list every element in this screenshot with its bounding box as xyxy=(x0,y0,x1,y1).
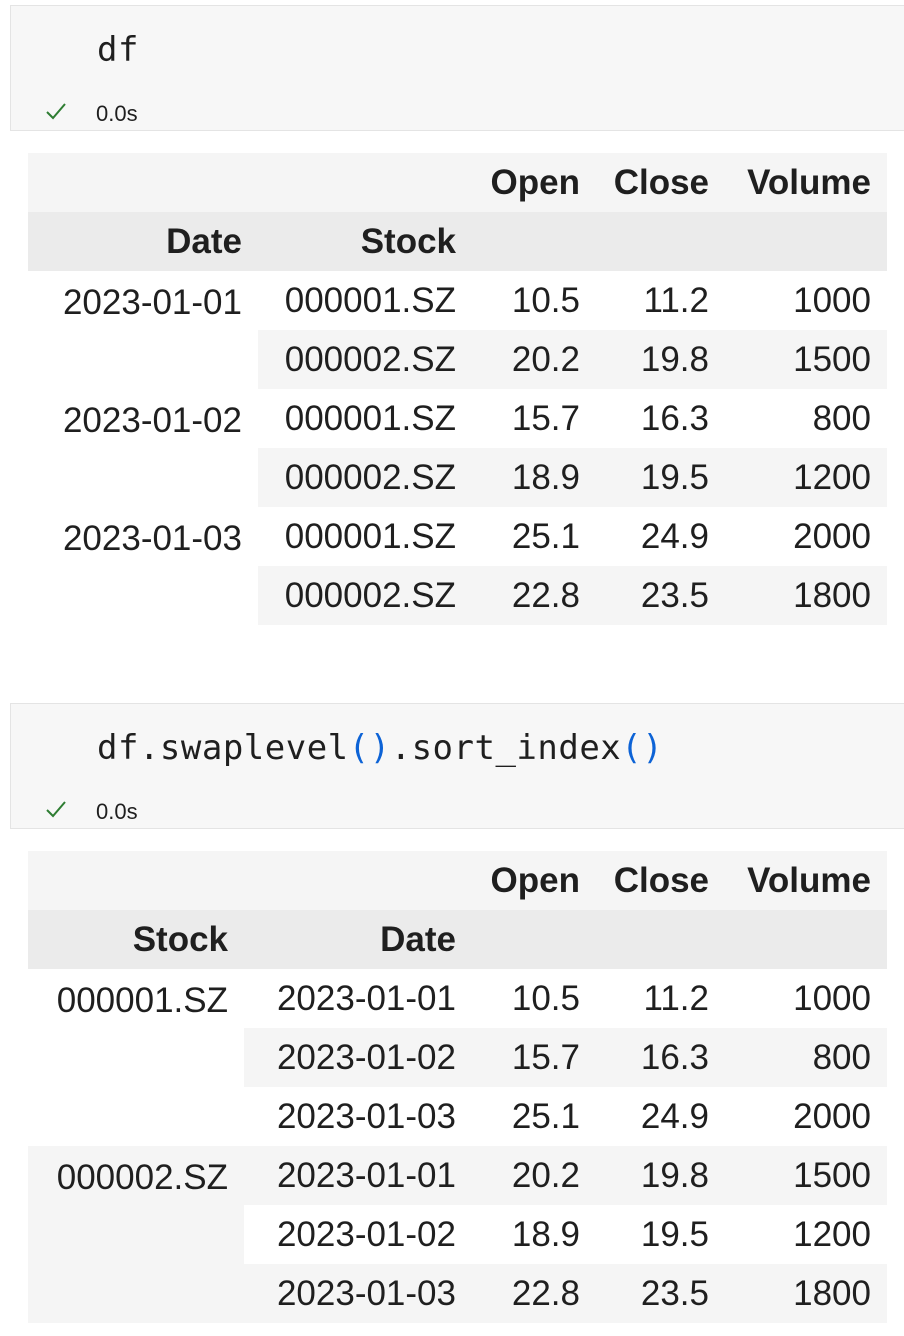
table-cell: 1800 xyxy=(725,566,887,625)
column-header: Close xyxy=(596,851,725,910)
dataframe-output-1: Open Close Volume Date Stock 2023-01-01 … xyxy=(28,153,887,625)
table-cell: 800 xyxy=(725,389,887,448)
column-header: Volume xyxy=(725,851,887,910)
blank-header xyxy=(596,212,725,271)
index-level-0: 000002.SZ xyxy=(28,1146,244,1323)
table-cell: 1000 xyxy=(725,969,887,1028)
code-text[interactable]: df xyxy=(97,30,139,70)
index-name: Stock xyxy=(258,212,472,271)
blank-header xyxy=(725,212,887,271)
table-cell: 1500 xyxy=(725,1146,887,1205)
index-level-1: 000001.SZ xyxy=(258,389,472,448)
index-level-1: 2023-01-01 xyxy=(244,1146,472,1205)
index-level-1: 000002.SZ xyxy=(258,448,472,507)
table-row: 000002.SZ 2023-01-01 20.2 19.8 1500 xyxy=(28,1146,887,1323)
index-level-1: 2023-01-03 xyxy=(244,1264,472,1323)
index-level-1: 000001.SZ xyxy=(258,507,472,566)
index-level-1: 000002.SZ xyxy=(258,330,472,389)
table-cell: 16.3 xyxy=(596,1028,725,1087)
column-header: Open xyxy=(472,153,596,212)
index-level-1: 000002.SZ xyxy=(258,566,472,625)
table-cell: 2000 xyxy=(725,1087,887,1146)
blank-header xyxy=(28,153,258,212)
table-cell: 22.8 xyxy=(472,1264,596,1323)
index-level-1: 2023-01-03 xyxy=(244,1087,472,1146)
index-level-1: 2023-01-01 xyxy=(244,969,472,1028)
table-cell: 1000 xyxy=(725,271,887,330)
blank-header xyxy=(725,910,887,969)
column-header: Volume xyxy=(725,153,887,212)
index-name: Stock xyxy=(28,910,244,969)
code-cell-2[interactable]: df.swaplevel().sort_index() 0.0s xyxy=(10,703,904,829)
table-cell: 19.8 xyxy=(596,330,725,389)
code-text[interactable]: df.swaplevel().sort_index() xyxy=(97,728,663,768)
table-cell: 23.5 xyxy=(596,566,725,625)
table-cell: 15.7 xyxy=(472,1028,596,1087)
table-cell: 18.9 xyxy=(472,448,596,507)
table-row: 2023-01-02 000001.SZ 15.7 16.3 800 xyxy=(28,389,887,507)
table-cell: 25.1 xyxy=(472,507,596,566)
index-name: Date xyxy=(28,212,258,271)
table-cell: 1800 xyxy=(725,1264,887,1323)
blank-header xyxy=(472,212,596,271)
table-cell: 20.2 xyxy=(472,330,596,389)
table-cell: 19.5 xyxy=(596,1205,725,1264)
index-level-0: 2023-01-01 xyxy=(28,271,258,389)
checkmark-icon xyxy=(46,103,66,120)
table-cell: 10.5 xyxy=(472,271,596,330)
column-header: Close xyxy=(596,153,725,212)
table-row: 2023-01-01 000001.SZ 10.5 11.2 1000 xyxy=(28,271,887,389)
index-level-1: 000001.SZ xyxy=(258,271,472,330)
table-cell: 19.5 xyxy=(596,448,725,507)
table-cell: 11.2 xyxy=(596,969,725,1028)
blank-header xyxy=(258,153,472,212)
blank-header xyxy=(472,910,596,969)
table-cell: 16.3 xyxy=(596,389,725,448)
blank-header xyxy=(596,910,725,969)
column-header: Open xyxy=(472,851,596,910)
table-cell: 22.8 xyxy=(472,566,596,625)
table-cell: 24.9 xyxy=(596,1087,725,1146)
table-cell: 2000 xyxy=(725,507,887,566)
code-cell-1[interactable]: df 0.0s xyxy=(10,5,904,131)
table-cell: 24.9 xyxy=(596,507,725,566)
blank-header xyxy=(244,851,472,910)
table-cell: 15.7 xyxy=(472,389,596,448)
table-row: 2023-01-03 000001.SZ 25.1 24.9 2000 xyxy=(28,507,887,625)
index-level-1: 2023-01-02 xyxy=(244,1205,472,1264)
dataframe-output-2: Open Close Volume Stock Date 000001.SZ 2… xyxy=(28,851,887,1323)
index-level-0: 000001.SZ xyxy=(28,969,244,1146)
table-cell: 1200 xyxy=(725,448,887,507)
checkmark-icon xyxy=(46,801,66,818)
table-row: 000001.SZ 2023-01-01 10.5 11.2 1000 xyxy=(28,969,887,1146)
table-cell: 25.1 xyxy=(472,1087,596,1146)
table-cell: 1200 xyxy=(725,1205,887,1264)
execution-time: 0.0s xyxy=(96,101,138,126)
index-name: Date xyxy=(244,910,472,969)
table-cell: 11.2 xyxy=(596,271,725,330)
table-cell: 20.2 xyxy=(472,1146,596,1205)
blank-header xyxy=(28,851,244,910)
index-level-1: 2023-01-02 xyxy=(244,1028,472,1087)
table-cell: 800 xyxy=(725,1028,887,1087)
index-level-0: 2023-01-02 xyxy=(28,389,258,507)
table-cell: 18.9 xyxy=(472,1205,596,1264)
table-cell: 19.8 xyxy=(596,1146,725,1205)
execution-time: 0.0s xyxy=(96,799,138,824)
table-cell: 23.5 xyxy=(596,1264,725,1323)
table-cell: 1500 xyxy=(725,330,887,389)
table-cell: 10.5 xyxy=(472,969,596,1028)
index-level-0: 2023-01-03 xyxy=(28,507,258,625)
